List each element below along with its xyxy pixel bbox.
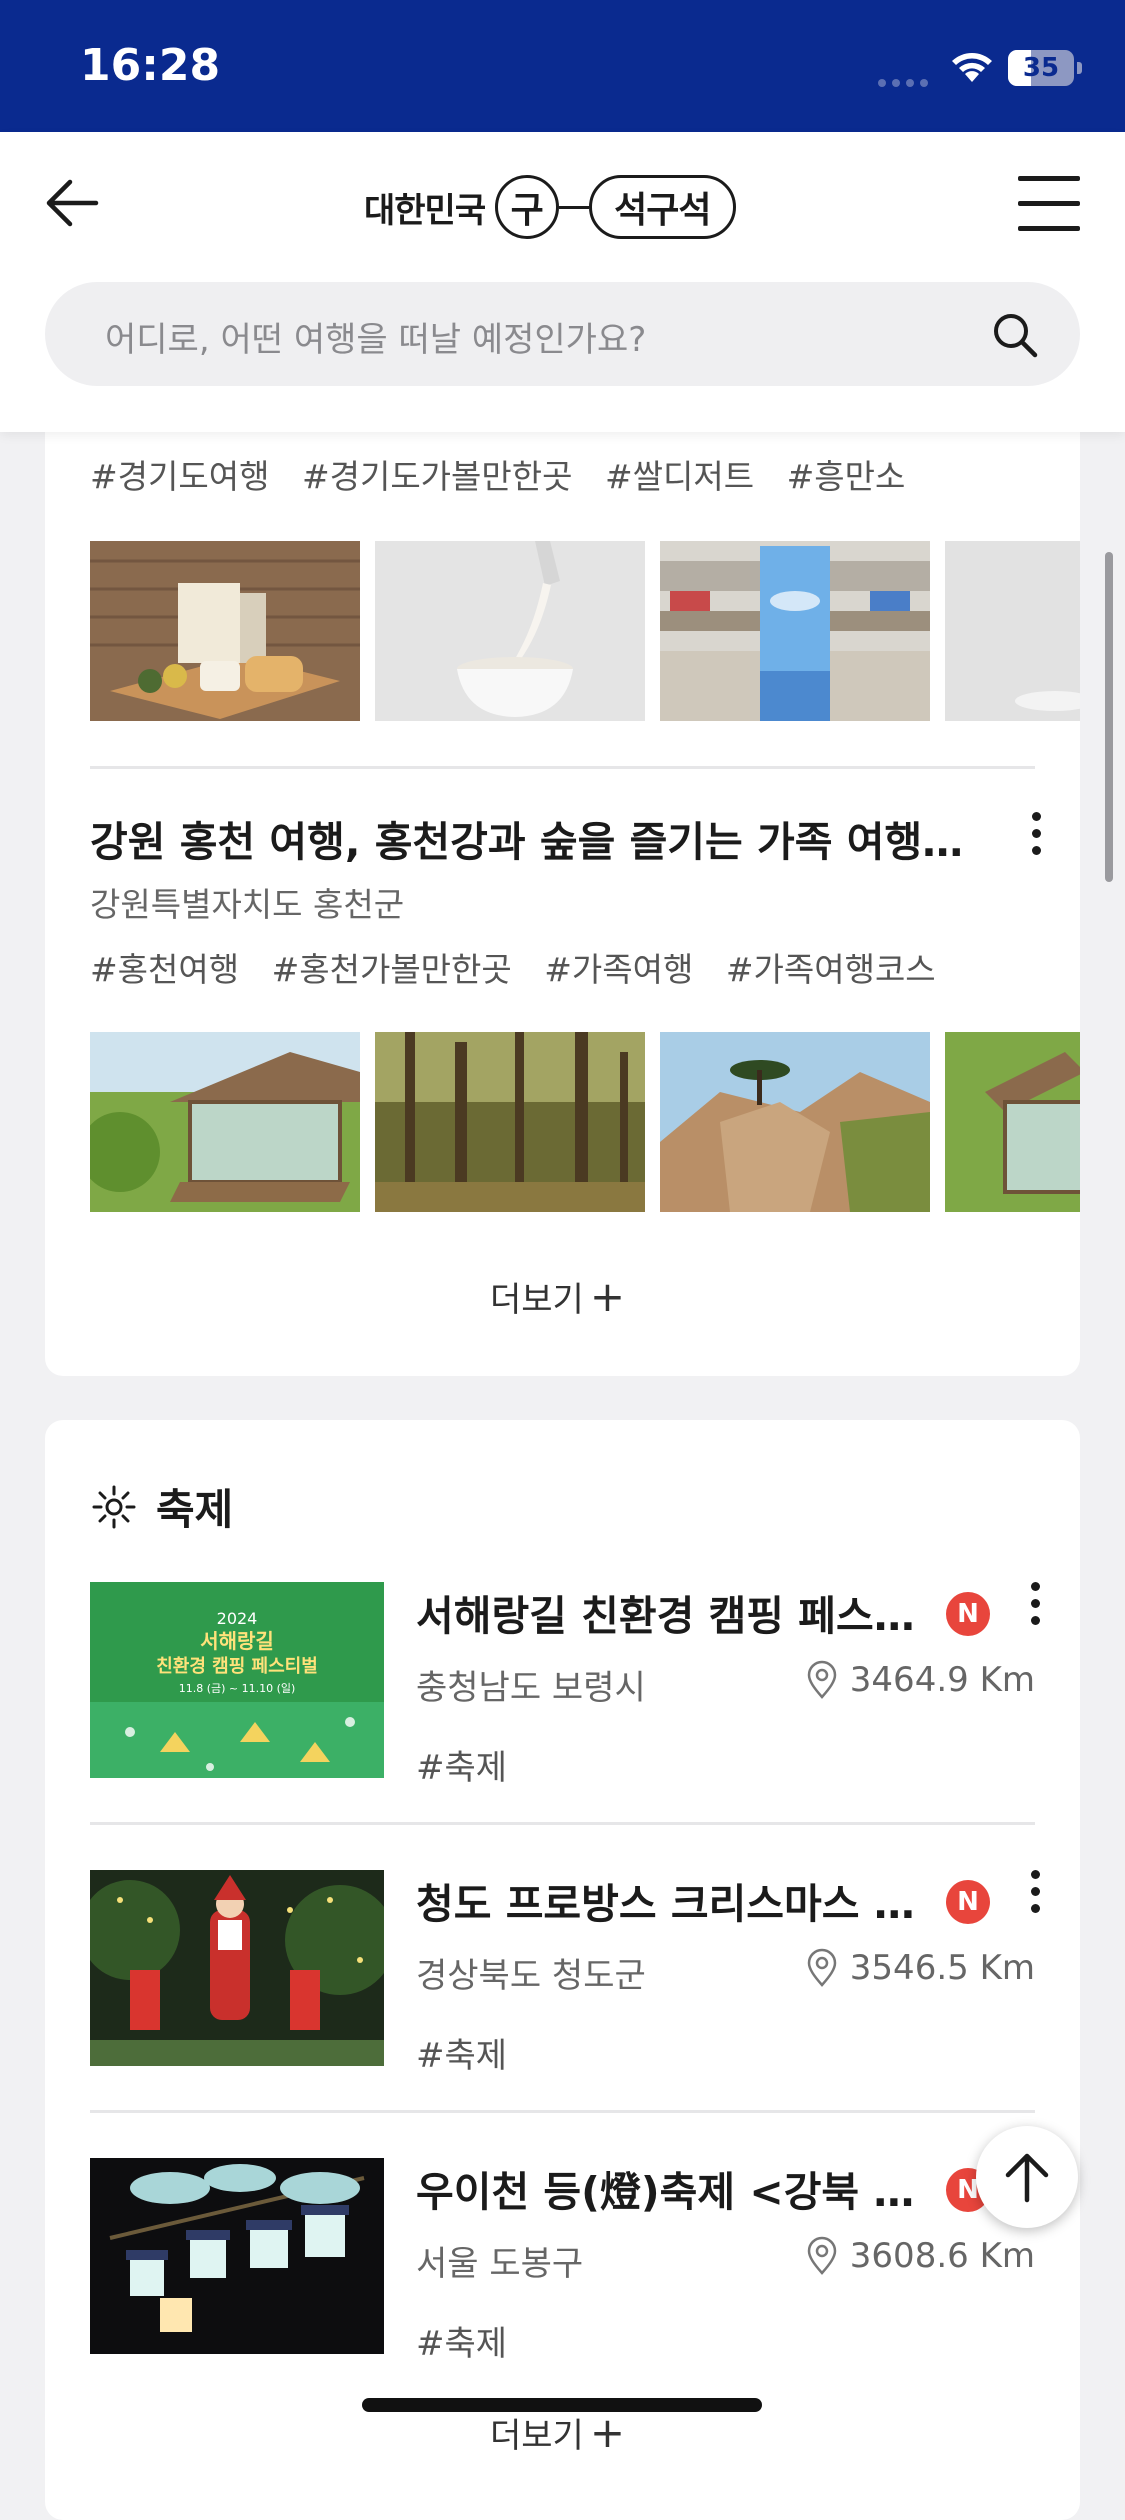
logo-word: 대한민국 (364, 190, 486, 231)
section-title-text: 축제 (156, 1485, 234, 1534)
section-title: 축제 (90, 1476, 233, 1537)
logo-pill: 석구석 (589, 175, 736, 239)
festival-title[interactable]: 청도 프로방스 크리스마스 축제 (416, 1870, 936, 1930)
battery-level: 35 (1022, 53, 1060, 83)
festival-distance: 3608.6 Km (804, 2236, 1035, 2276)
more-label: 더보기 (490, 1280, 584, 1320)
festival-item[interactable]: 청도 프로방스 크리스마스 축제 N 경상북도 청도군 3546.5 Km #축… (90, 1870, 1040, 2076)
distance-value: 3464.9 Km (849, 1660, 1035, 1700)
tag[interactable]: #쌀디저트 (605, 457, 754, 496)
poster-title-line2: 친환경 캠핑 페스티벌 (156, 1655, 318, 1677)
plus-icon: + (589, 2408, 626, 2457)
photo-mall[interactable] (660, 541, 930, 721)
festival-region: 경상북도 청도군 (416, 1956, 646, 1996)
photo-rice-dessert[interactable] (90, 541, 360, 721)
status-time: 16:28 (80, 40, 221, 91)
scrollbar[interactable] (1105, 552, 1113, 882)
festival-region: 충청남도 보령시 (416, 1668, 646, 1708)
photo-strip[interactable] (90, 541, 1080, 721)
sun-icon (92, 1485, 136, 1528)
photo-partial[interactable] (945, 1032, 1080, 1212)
post-title[interactable]: 강원 홍천 여행, 홍천강과 숲을 즐기는 가족 여행 코스 (90, 808, 970, 868)
travel-post-card: #경기도여행 #경기도가볼만한곳 #쌀디저트 #흥만소 강원 홍천 여행, 홍천… (45, 380, 1080, 1376)
festival-card: 축제 2024 서해랑길 친환경 캠핑 페스티벌 11.8 (금) ~ 11.1… (45, 1420, 1080, 2520)
home-indicator (362, 2398, 762, 2412)
map-pin-icon (807, 1660, 837, 1699)
poster-year: 2024 (217, 1609, 258, 1628)
tag[interactable]: #가족여행코스 (726, 950, 936, 989)
festival-distance: 3546.5 Km (804, 1948, 1035, 1988)
distance-value: 3608.6 Km (849, 2236, 1035, 2276)
battery-icon: 35 (1008, 50, 1082, 86)
tag[interactable]: #홍천여행 (90, 950, 239, 989)
more-options-icon[interactable] (1021, 812, 1051, 872)
arrow-left-icon[interactable] (36, 168, 106, 238)
signal-icon (878, 72, 934, 87)
new-badge: N (946, 1592, 990, 1636)
photo-pine-forest[interactable] (375, 1032, 645, 1212)
plus-icon: + (589, 1272, 626, 1321)
more-label: 더보기 (490, 2416, 584, 2456)
map-pin-icon (807, 2236, 837, 2275)
festival-photo[interactable] (90, 2158, 384, 2354)
festival-title[interactable]: 서해랑길 친환경 캠핑 페스티벌 (416, 1582, 936, 1642)
photo-milk-pour[interactable] (375, 541, 645, 721)
festival-tag[interactable]: #축제 (416, 2316, 507, 2365)
festival-item[interactable]: 우이천 등(燈)축제 <강북 꿈의 등> N 서울 도봉구 3608.6 Km … (90, 2158, 1035, 2364)
more-options-icon[interactable] (1020, 1870, 1050, 1930)
festival-item[interactable]: 2024 서해랑길 친환경 캠핑 페스티벌 11.8 (금) ~ 11.10 (… (90, 1582, 1040, 1788)
brand-logo[interactable]: 대한민국 구 석구석 (364, 172, 736, 242)
search-icon[interactable] (990, 310, 1040, 360)
festival-distance: 3464.9 Km (804, 1660, 1035, 1700)
more-options-icon[interactable] (1020, 1582, 1050, 1642)
arrow-up-icon[interactable] (976, 2126, 1078, 2228)
more-button[interactable]: 더보기 + (490, 2408, 625, 2457)
festival-photo[interactable] (90, 1870, 384, 2066)
post-tags: #경기도여행 #경기도가볼만한곳 #쌀디저트 #흥만소 (90, 450, 927, 498)
distance-value: 3546.5 Km (849, 1948, 1035, 1988)
festival-title[interactable]: 우이천 등(燈)축제 <강북 꿈의 등> (416, 2158, 936, 2218)
photo-partial[interactable] (945, 541, 1080, 721)
photo-rock-cliff[interactable] (660, 1032, 930, 1212)
new-badge: N (946, 1880, 990, 1924)
poster-date: 11.8 (금) ~ 11.10 (일) (179, 1681, 296, 1695)
tag[interactable]: #가족여행 (544, 950, 693, 989)
logo-circle: 구 (495, 175, 560, 239)
status-bar: 16:28 35 (0, 0, 1125, 132)
hamburger-icon[interactable] (1018, 176, 1080, 232)
more-button[interactable]: 더보기 + (490, 1272, 625, 1321)
post-region: 강원특별자치도 홍천군 (90, 885, 405, 924)
tag[interactable]: #흥만소 (787, 457, 906, 496)
photo-wooden-pavilion[interactable] (90, 1032, 360, 1212)
tag[interactable]: #경기도여행 (90, 457, 269, 496)
festival-tag[interactable]: #축제 (416, 2028, 507, 2077)
festival-tag[interactable]: #축제 (416, 1740, 507, 1789)
search-placeholder: 어디로, 어떤 여행을 떠날 예정인가요? (105, 320, 647, 360)
tag[interactable]: #홍천가볼만한곳 (272, 950, 512, 989)
poster-title-line1: 서해랑길 (200, 1629, 274, 1653)
festival-poster[interactable]: 2024 서해랑길 친환경 캠핑 페스티벌 11.8 (금) ~ 11.10 (… (90, 1582, 384, 1778)
photo-strip[interactable] (90, 1032, 1080, 1212)
post-tags: #홍천여행 #홍천가볼만한곳 #가족여행 #가족여행코스 (90, 943, 958, 991)
search-input[interactable]: 어디로, 어떤 여행을 떠날 예정인가요? (45, 282, 1080, 386)
map-pin-icon (807, 1948, 837, 1987)
festival-region: 서울 도봉구 (416, 2244, 584, 2284)
tag[interactable]: #경기도가볼만한곳 (302, 457, 573, 496)
wifi-icon (952, 53, 992, 82)
